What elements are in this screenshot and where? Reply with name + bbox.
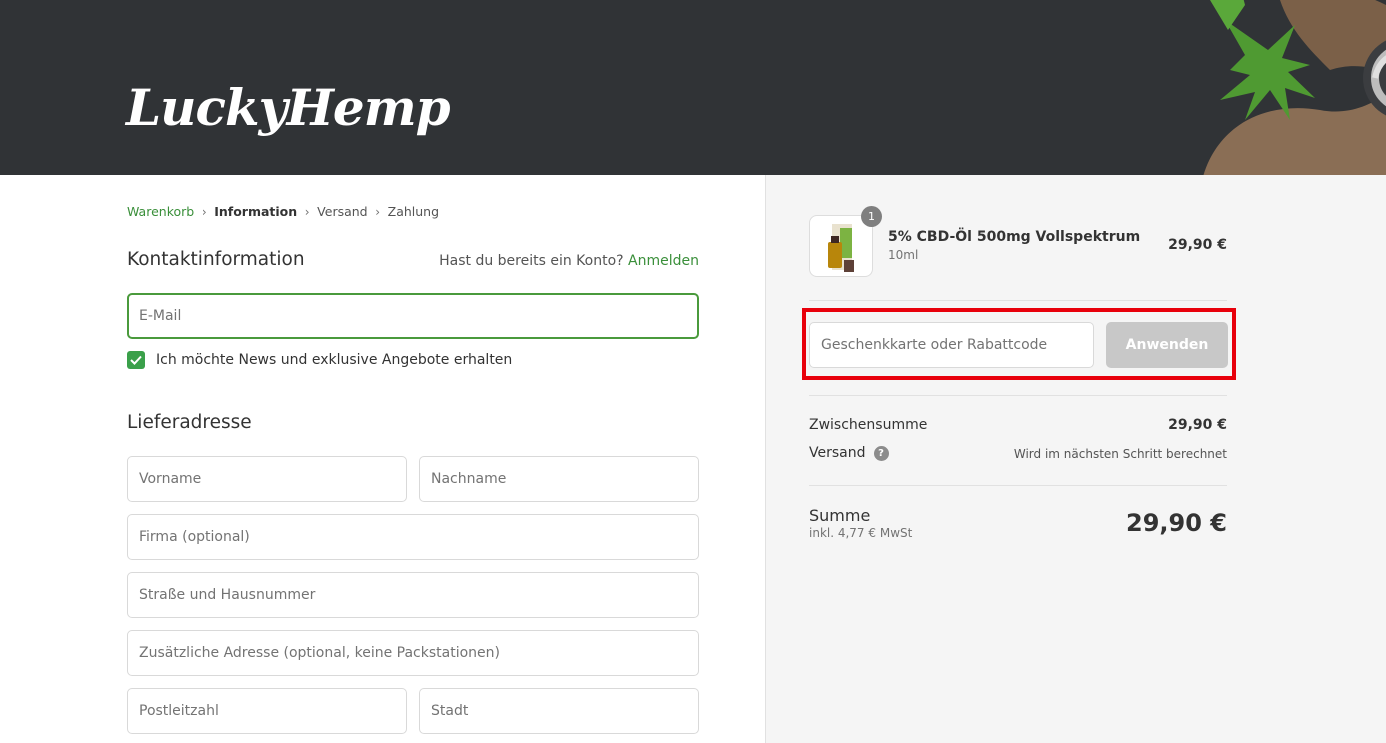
shipping-cost-label: Versand xyxy=(809,445,866,461)
address2-placeholder: Zusätzliche Adresse (optional, keine Pac… xyxy=(139,645,500,661)
checkout-form-panel: Warenkorb › Information › Versand › Zahl… xyxy=(0,175,765,743)
product-variant: 10ml xyxy=(888,248,919,262)
street-field[interactable]: Straße und Hausnummer xyxy=(127,572,699,618)
newsletter-label: Ich möchte News und exklusive Angebote e… xyxy=(156,352,513,368)
breadcrumb-information: Information xyxy=(214,204,298,219)
product-price: 29,90 € xyxy=(1168,237,1227,253)
help-icon[interactable]: ? xyxy=(873,445,889,461)
chevron-right-icon: › xyxy=(201,204,207,219)
breadcrumb: Warenkorb › Information › Versand › Zahl… xyxy=(127,204,439,219)
breadcrumb-shipping: Versand xyxy=(317,204,368,219)
checkmark-icon xyxy=(130,355,142,365)
breadcrumb-payment: Zahlung xyxy=(387,204,440,219)
subtotal-label: Zwischensumme xyxy=(809,417,928,433)
email-placeholder: E-Mail xyxy=(139,308,182,324)
total-label: Summe xyxy=(809,506,871,525)
contact-section-title: Kontaktinformation xyxy=(127,249,305,270)
order-summary-panel: 1 5% CBD-Öl 500mg Vollspektrum 10ml 29,9… xyxy=(765,175,1386,743)
site-header: LuckyHemp xyxy=(0,0,1386,175)
zip-field[interactable]: Postleitzahl xyxy=(127,688,407,734)
product-name: 5% CBD-Öl 500mg Vollspektrum xyxy=(888,229,1141,245)
email-field[interactable]: E-Mail xyxy=(127,293,699,339)
zip-placeholder: Postleitzahl xyxy=(139,703,219,719)
breadcrumb-cart[interactable]: Warenkorb xyxy=(127,204,194,219)
divider xyxy=(809,300,1227,301)
city-field[interactable]: Stadt xyxy=(419,688,699,734)
product-thumbnail xyxy=(809,215,873,277)
cbd-oil-bottle-icon xyxy=(828,224,854,272)
last-name-placeholder: Nachname xyxy=(431,471,507,487)
apply-discount-button[interactable]: Anwenden xyxy=(1106,322,1228,368)
city-placeholder: Stadt xyxy=(431,703,469,719)
quantity-badge: 1 xyxy=(861,206,882,227)
street-placeholder: Straße und Hausnummer xyxy=(139,587,316,603)
chevron-right-icon: › xyxy=(375,204,381,219)
first-name-field[interactable]: Vorname xyxy=(127,456,407,502)
divider xyxy=(809,485,1227,486)
subtotal-value: 29,90 € xyxy=(1168,417,1227,433)
total-value: 29,90 € xyxy=(1126,509,1227,537)
login-hint: Hast du bereits ein Konto? Anmelden xyxy=(439,253,699,269)
newsletter-checkbox[interactable] xyxy=(127,351,145,369)
company-placeholder: Firma (optional) xyxy=(139,529,250,545)
divider xyxy=(809,395,1227,396)
shipping-section-title: Lieferadresse xyxy=(127,412,252,433)
cart-line-item: 1 5% CBD-Öl 500mg Vollspektrum 10ml 29,9… xyxy=(809,206,1227,279)
shipping-cost-value: Wird im nächsten Schritt berechnet xyxy=(1013,447,1227,461)
lucky-hemp-logo[interactable]: LuckyHemp xyxy=(126,78,451,137)
shipping-cost-row: Versand? xyxy=(809,445,889,461)
login-link[interactable]: Anmelden xyxy=(628,253,699,269)
discount-placeholder: Geschenkkarte oder Rabattcode xyxy=(821,337,1048,353)
newsletter-option[interactable]: Ich möchte News und exklusive Angebote e… xyxy=(127,351,512,369)
hemp-leaf-decoration-icon xyxy=(1203,0,1386,175)
login-prompt-text: Hast du bereits ein Konto? xyxy=(439,253,624,269)
discount-code-input[interactable]: Geschenkkarte oder Rabattcode xyxy=(809,322,1094,368)
last-name-field[interactable]: Nachname xyxy=(419,456,699,502)
first-name-placeholder: Vorname xyxy=(139,471,202,487)
address2-field[interactable]: Zusätzliche Adresse (optional, keine Pac… xyxy=(127,630,699,676)
company-field[interactable]: Firma (optional) xyxy=(127,514,699,560)
chevron-right-icon: › xyxy=(304,204,310,219)
tax-note: inkl. 4,77 € MwSt xyxy=(809,526,913,540)
